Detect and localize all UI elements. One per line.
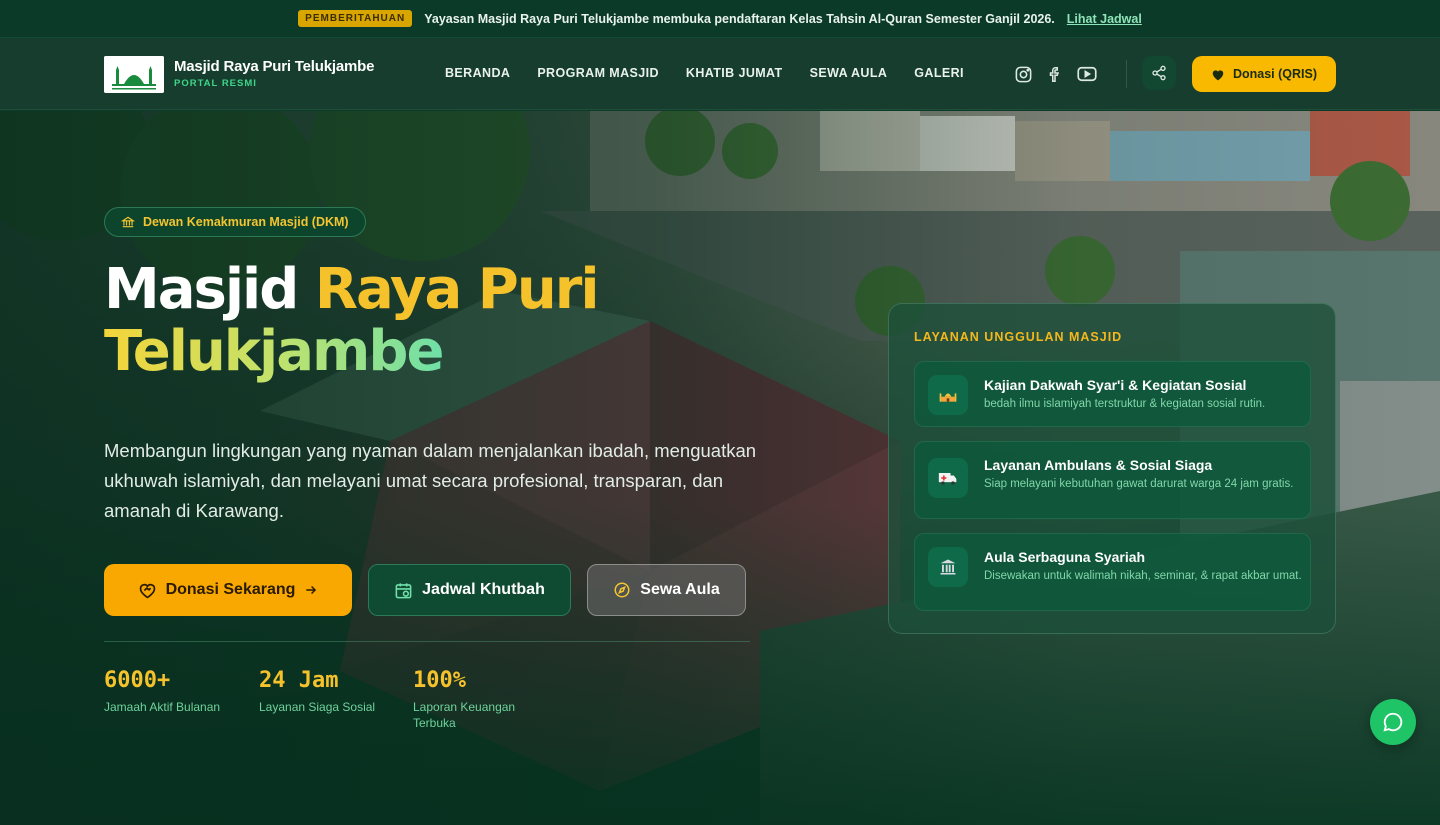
hero-title: Masjid Raya Puri Telukjambe (104, 257, 600, 384)
stats-divider (104, 641, 750, 642)
chat-button[interactable] (1370, 699, 1416, 745)
service-item-kajian[interactable]: Kajian Dakwah Syar'i & Kegiatan Sosial b… (914, 361, 1311, 427)
service-item-aula[interactable]: Aula Serbaguna Syariah Disewakan untuk w… (914, 533, 1311, 611)
main-nav: BERANDA PROGRAM MASJID KHATIB JUMAT SEWA… (445, 66, 964, 80)
announcement-bar: PEMBERITAHUAN Yayasan Masjid Raya Puri T… (0, 0, 1440, 38)
hero-title-gradient: Telukjambe (104, 319, 444, 384)
stat-laporan-keuangan: 100% Laporan Keuangan Terbuka (413, 668, 533, 731)
donate-now-label: Donasi Sekarang (165, 581, 296, 598)
instagram-icon[interactable] (1012, 63, 1034, 85)
donate-qris-button[interactable]: Donasi (QRIS) (1192, 56, 1336, 92)
service-desc: bedah ilmu islamiyah terstruktur & kegia… (984, 398, 1266, 410)
stat-label: Layanan Siaga Sosial (259, 700, 376, 714)
dkm-badge: Dewan Kemakmuran Masjid (DKM) (104, 207, 366, 237)
announcement-tag: PEMBERITAHUAN (298, 10, 413, 27)
hero-lead: Membangun lingkungan yang nyaman dalam m… (104, 440, 757, 521)
share-icon (1152, 65, 1166, 81)
chat-bubble-icon (1383, 712, 1403, 732)
nav-item-khatib-jumat[interactable]: KHATIB JUMAT (686, 66, 783, 80)
dkm-badge-label: Dewan Kemakmuran Masjid (DKM) (143, 215, 349, 229)
ambulance-icon (928, 458, 968, 498)
stat-jamaah: 6000+ Jamaah Aktif Bulanan (104, 668, 220, 715)
service-title: Layanan Ambulans & Sosial Siaga (984, 457, 1213, 473)
stat-value: 6000+ (104, 668, 171, 693)
nav-item-beranda[interactable]: BERANDA (445, 66, 510, 80)
hero-title-yellow: Raya Puri (314, 257, 600, 322)
site-header: Masjid Raya Puri Telukjambe PORTAL RESMI… (0, 38, 1440, 110)
compass-icon (614, 582, 630, 598)
service-desc: Disewakan untuk walimah nikah, seminar, … (984, 570, 1302, 582)
stat-value: 24 Jam (259, 668, 339, 693)
service-title: Kajian Dakwah Syar'i & Kegiatan Sosial (984, 377, 1247, 393)
brand-subtitle: PORTAL RESMI (174, 78, 257, 89)
institution-icon (121, 216, 135, 228)
mosque-icon (928, 375, 968, 415)
share-button[interactable] (1142, 56, 1176, 90)
service-desc: Siap melayani kebutuhan gawat darurat wa… (984, 478, 1294, 490)
brand-title[interactable]: Masjid Raya Puri Telukjambe (174, 58, 374, 75)
stat-layanan-siaga: 24 Jam Layanan Siaga Sosial (259, 668, 375, 715)
nav-item-program-masjid[interactable]: PROGRAM MASJID (537, 66, 659, 80)
services-title: LAYANAN UNGGULAN MASJID (914, 330, 1123, 344)
youtube-icon[interactable] (1076, 63, 1098, 85)
schedule-label: Jadwal Khutbah (422, 581, 545, 598)
heart-handshake-icon (139, 583, 155, 598)
facebook-icon[interactable] (1044, 63, 1066, 85)
announcement-message: Yayasan Masjid Raya Puri Telukjambe memb… (424, 11, 1055, 26)
stat-value: 100% (413, 668, 466, 693)
service-title: Aula Serbaguna Syariah (984, 549, 1146, 565)
donate-qris-label: Donasi (QRIS) (1232, 67, 1318, 81)
arrow-right-icon (306, 585, 317, 595)
building-icon (928, 547, 968, 587)
announcement-link[interactable]: Lihat Jadwal (1067, 12, 1142, 26)
services-card: LAYANAN UNGGULAN MASJID Kajian Dakwah Sy… (888, 303, 1336, 634)
header-divider (1126, 60, 1127, 88)
logo[interactable] (104, 56, 164, 93)
nav-item-sewa-aula[interactable]: SEWA AULA (810, 66, 888, 80)
stat-label: Jamaah Aktif Bulanan (104, 700, 221, 714)
heart-icon (1212, 69, 1224, 80)
calendar-clock-icon (395, 582, 412, 598)
hall-rent-button[interactable]: Sewa Aula (587, 564, 746, 616)
donate-now-button[interactable]: Donasi Sekarang (104, 564, 352, 616)
stat-label: Laporan Keuangan Terbuka (413, 700, 516, 730)
hero-title-white: Masjid (104, 257, 299, 322)
service-item-ambulans[interactable]: Layanan Ambulans & Sosial Siaga Siap mel… (914, 441, 1311, 519)
hero-section: Dewan Kemakmuran Masjid (DKM) Masjid Ray… (0, 111, 1440, 825)
hall-rent-label: Sewa Aula (640, 581, 720, 598)
schedule-button[interactable]: Jadwal Khutbah (368, 564, 571, 616)
nav-item-galeri[interactable]: GALERI (914, 66, 964, 80)
